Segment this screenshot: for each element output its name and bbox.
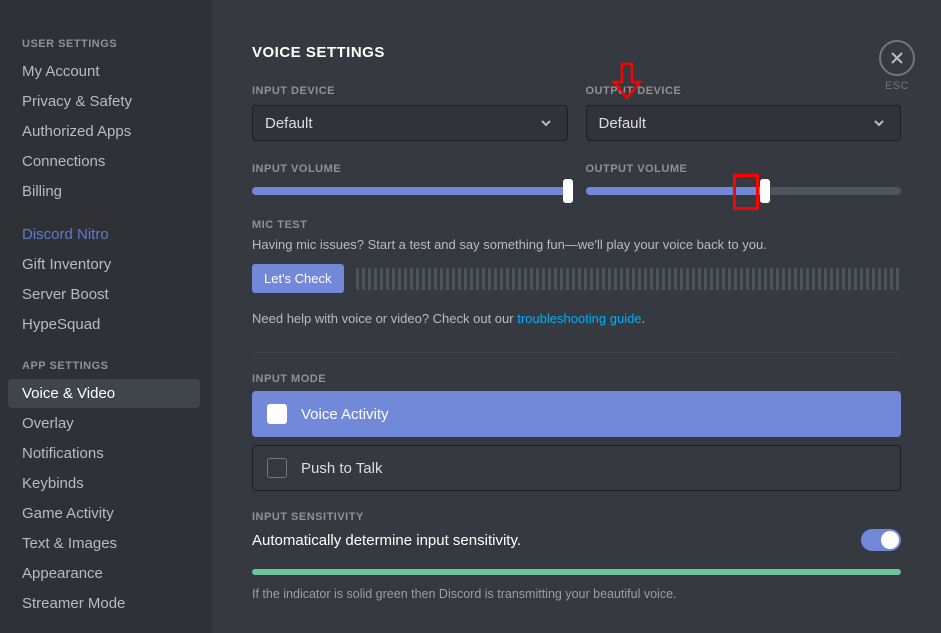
output-volume-handle[interactable] (760, 179, 770, 203)
input-mode-voice-activity[interactable]: Voice Activity (252, 391, 901, 437)
sidebar-item-streamer-mode[interactable]: Streamer Mode (8, 589, 200, 618)
input-volume-label: INPUT VOLUME (252, 163, 568, 175)
checkbox-icon (267, 458, 287, 478)
output-device-label: OUTPUT DEVICE (586, 85, 902, 97)
sidebar-item-server-boost[interactable]: Server Boost (8, 280, 200, 309)
output-device-value: Default (599, 115, 647, 132)
settings-sidebar: USER SETTINGS My Account Privacy & Safet… (0, 0, 212, 633)
sidebar-heading-user: USER SETTINGS (8, 30, 200, 56)
esc-label: ESC (879, 80, 915, 92)
sensitivity-indicator (252, 569, 901, 575)
sidebar-item-gift-inventory[interactable]: Gift Inventory (8, 250, 200, 279)
auto-sensitivity-label: Automatically determine input sensitivit… (252, 532, 521, 549)
auto-sensitivity-toggle[interactable] (861, 529, 901, 551)
input-mode-label: INPUT MODE (252, 373, 901, 385)
sidebar-item-billing[interactable]: Billing (8, 177, 200, 206)
input-volume-slider[interactable] (252, 187, 568, 195)
toggle-knob (881, 531, 899, 549)
help-text: Need help with voice or video? Check out… (252, 311, 901, 326)
mic-test-label: MIC TEST (252, 219, 901, 231)
sidebar-item-connections[interactable]: Connections (8, 147, 200, 176)
lets-check-button[interactable]: Let's Check (252, 264, 344, 293)
sidebar-item-discord-nitro[interactable]: Discord Nitro (8, 220, 200, 249)
input-mode-push-to-talk[interactable]: Push to Talk (252, 445, 901, 491)
input-device-label: INPUT DEVICE (252, 85, 568, 97)
sensitivity-note: If the indicator is solid green then Dis… (252, 587, 901, 601)
chevron-down-icon (870, 114, 888, 132)
page-title: VOICE SETTINGS (252, 44, 901, 61)
input-mode-option-label: Voice Activity (301, 406, 389, 423)
settings-content: ESC VOICE SETTINGS INPUT DEVICE Default … (212, 0, 941, 633)
sidebar-item-hypesquad[interactable]: HypeSquad (8, 310, 200, 339)
input-mode-option-label: Push to Talk (301, 460, 382, 477)
output-device-select[interactable]: Default (586, 105, 902, 141)
output-volume-label: OUTPUT VOLUME (586, 163, 902, 175)
app-root: USER SETTINGS My Account Privacy & Safet… (0, 0, 941, 633)
close-area: ESC (879, 40, 915, 92)
sidebar-item-keybinds[interactable]: Keybinds (8, 469, 200, 498)
mic-test-description: Having mic issues? Start a test and say … (252, 237, 901, 252)
sidebar-item-appearance[interactable]: Appearance (8, 559, 200, 588)
close-button[interactable] (879, 40, 915, 76)
section-divider (252, 352, 901, 353)
input-volume-fill (252, 187, 568, 195)
sidebar-item-privacy-safety[interactable]: Privacy & Safety (8, 87, 200, 116)
sidebar-item-game-activity[interactable]: Game Activity (8, 499, 200, 528)
sidebar-item-authorized-apps[interactable]: Authorized Apps (8, 117, 200, 146)
input-device-select[interactable]: Default (252, 105, 568, 141)
output-volume-slider[interactable] (586, 187, 902, 195)
sidebar-item-voice-video[interactable]: Voice & Video (8, 379, 200, 408)
sidebar-item-text-images[interactable]: Text & Images (8, 529, 200, 558)
troubleshooting-link[interactable]: troubleshooting guide (517, 311, 641, 326)
chevron-down-icon (537, 114, 555, 132)
mic-test-meter (356, 268, 901, 290)
sidebar-heading-app: APP SETTINGS (8, 352, 200, 378)
sidebar-item-my-account[interactable]: My Account (8, 57, 200, 86)
sidebar-item-overlay[interactable]: Overlay (8, 409, 200, 438)
input-device-value: Default (265, 115, 313, 132)
checkbox-icon (267, 404, 287, 424)
sidebar-item-notifications[interactable]: Notifications (8, 439, 200, 468)
input-sensitivity-label: INPUT SENSITIVITY (252, 511, 901, 523)
output-volume-fill (586, 187, 766, 195)
close-icon (889, 50, 905, 66)
input-volume-handle[interactable] (563, 179, 573, 203)
